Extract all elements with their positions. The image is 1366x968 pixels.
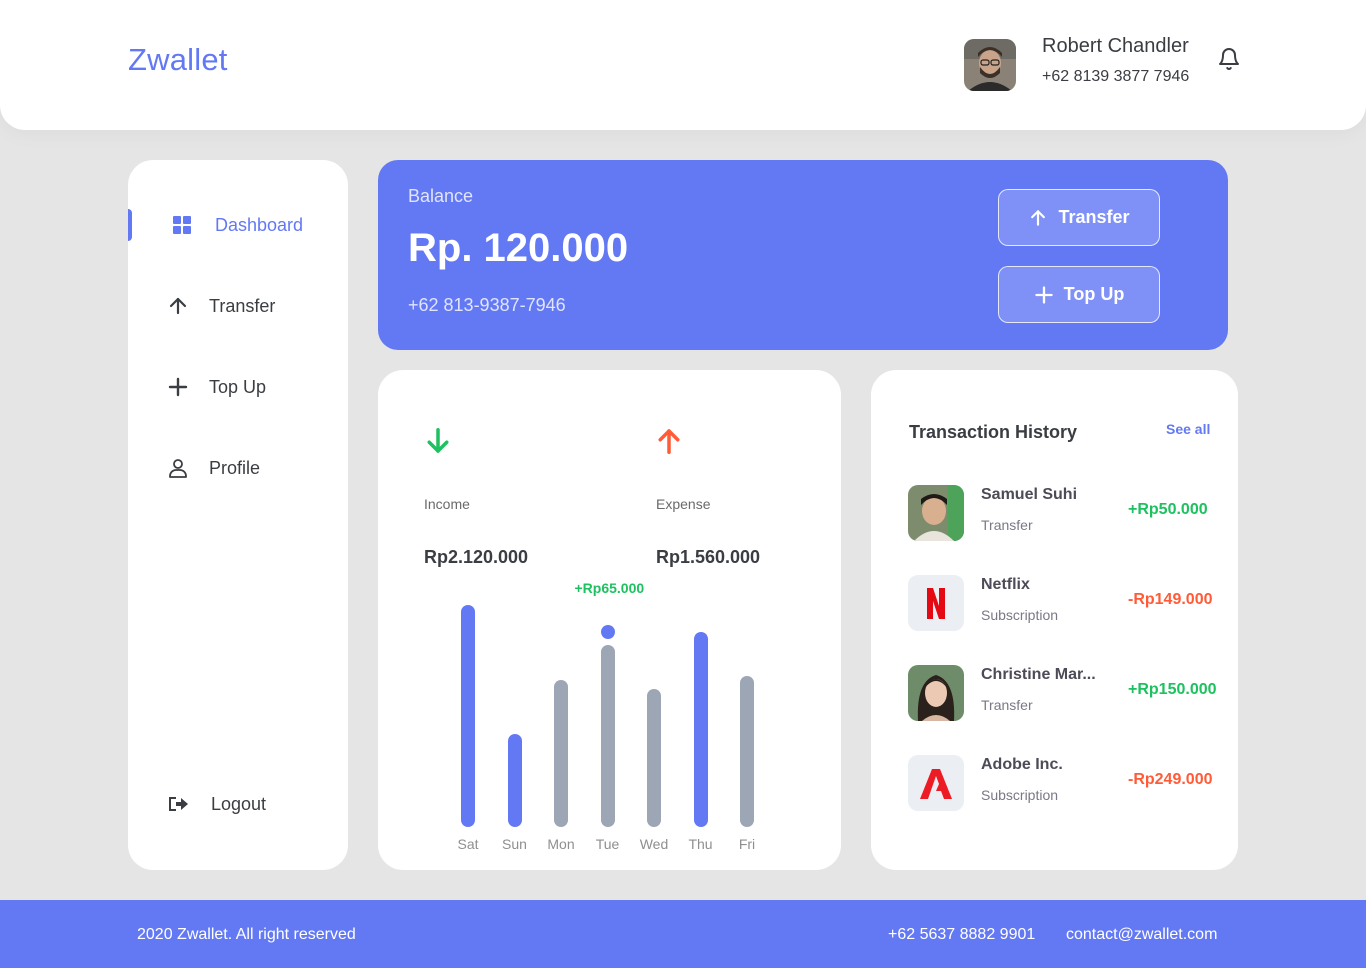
sidebar-item-label: Transfer: [209, 295, 276, 316]
transaction-name: Samuel Suhi: [981, 486, 1078, 503]
transaction-amount: +Rp150.000: [1128, 681, 1217, 698]
person-avatar-1: [908, 485, 964, 541]
app-logo[interactable]: Zwallet: [128, 42, 228, 78]
transaction-item[interactable]: Netflix Subscription -Rp149.000: [908, 575, 1228, 631]
balance-card: Balance Rp. 120.000 +62 813-9387-7946 Tr…: [378, 160, 1228, 350]
sidebar-item-dashboard[interactable]: Dashboard: [128, 209, 348, 241]
sidebar-item-label: Top Up: [209, 376, 267, 397]
plus-icon: [1035, 285, 1053, 304]
grid-icon: [173, 216, 191, 234]
adobe-logo: [908, 755, 964, 811]
footer: 2020 Zwallet. All right reserved +62 563…: [0, 900, 1366, 968]
income-value: Rp2.120.000: [424, 547, 529, 567]
balance-amount: Rp. 120.000: [408, 226, 629, 270]
chart-bar-tue[interactable]: [600, 644, 615, 827]
sidebar-item-label: Dashboard: [215, 214, 304, 235]
user-avatar[interactable]: [964, 39, 1016, 91]
chart-bar-sun[interactable]: [507, 733, 522, 827]
footer-copyright: 2020 Zwallet. All right reserved: [137, 926, 356, 943]
footer-phone[interactable]: +62 5637 8882 9901: [888, 926, 1035, 944]
transaction-type: Subscription: [981, 607, 1059, 623]
user-icon: [169, 459, 187, 478]
transaction-type: Subscription: [981, 787, 1059, 803]
sidebar-item-topup[interactable]: Top Up: [128, 371, 348, 403]
chart-day-label: Thu: [688, 836, 713, 852]
transaction-item[interactable]: Adobe Inc. Subscription -Rp249.000: [908, 755, 1228, 811]
plus-icon: [168, 377, 188, 397]
balance-label: Balance: [408, 186, 474, 206]
chart-bar-sat[interactable]: [461, 605, 475, 827]
income-expense-card: Income Rp2.120.000 Expense Rp1.560.000 S…: [378, 370, 841, 870]
chart-bar-thu[interactable]: [693, 631, 708, 827]
sidebar-item-profile[interactable]: Profile: [128, 452, 348, 484]
sidebar-item-transfer[interactable]: Transfer: [128, 290, 348, 322]
transaction-amount: +Rp50.000: [1128, 501, 1208, 518]
chart-highlight-dot: [600, 624, 615, 639]
history-title: Transaction History: [909, 422, 1078, 442]
chart-highlight-label: +Rp65.000: [574, 579, 645, 596]
transfer-button[interactable]: Transfer: [998, 189, 1160, 246]
transaction-type: Transfer: [981, 517, 1033, 533]
transaction-name: Christine Mar...: [981, 666, 1096, 683]
person-avatar-2: [908, 665, 964, 721]
chart-day-label: Wed: [639, 836, 669, 852]
chart-bar-fri[interactable]: [740, 676, 754, 827]
arrow-down-icon: [427, 428, 449, 453]
transaction-amount: -Rp249.000: [1128, 771, 1213, 788]
chart-day-label: Mon: [547, 836, 575, 852]
topup-button-label: Top Up: [1063, 284, 1125, 304]
chart-bar-mon[interactable]: [554, 680, 568, 827]
sidebar: Dashboard Transfer Top Up Profile Logout: [128, 160, 348, 870]
topup-button[interactable]: Top Up: [998, 266, 1160, 323]
transfer-button-label: Transfer: [1058, 207, 1130, 227]
chart-day-label: Tue: [595, 836, 620, 852]
logout-button[interactable]: Logout: [128, 788, 348, 820]
transaction-item[interactable]: Christine Mar... Transfer +Rp150.000: [908, 665, 1228, 721]
chart-day-label: Sat: [457, 836, 479, 852]
sidebar-item-label: Profile: [209, 457, 261, 478]
logout-icon: [169, 797, 188, 811]
transaction-name: Adobe Inc.: [981, 756, 1063, 773]
bell-icon[interactable]: [1217, 47, 1241, 71]
arrow-up-icon: [169, 297, 187, 315]
see-all-link[interactable]: See all: [1166, 421, 1210, 437]
transaction-item[interactable]: Samuel Suhi Transfer +Rp50.000: [908, 485, 1228, 541]
transaction-history-card: Transaction History See all Samuel Suhi …: [871, 370, 1238, 870]
footer-email[interactable]: contact@zwallet.com: [1066, 926, 1217, 944]
netflix-logo: [908, 575, 964, 631]
arrow-up-icon: [658, 429, 680, 454]
expense-value: Rp1.560.000: [656, 547, 761, 567]
user-phone: +62 8139 3877 7946: [1042, 68, 1190, 85]
chart-day-label: Fri: [738, 836, 756, 852]
transaction-name: Netflix: [981, 576, 1030, 593]
top-header: Zwallet Robert Chandler +62 8139 3877 79…: [0, 0, 1366, 130]
chart-bar-wed[interactable]: [647, 689, 661, 827]
chart-day-label: Sun: [502, 836, 527, 852]
transaction-amount: -Rp149.000: [1128, 591, 1213, 608]
transaction-type: Transfer: [981, 697, 1033, 713]
logout-label: Logout: [211, 793, 267, 814]
expense-label: Expense: [656, 496, 711, 512]
income-label: Income: [424, 496, 470, 512]
balance-phone: +62 813-9387-7946: [408, 295, 566, 315]
user-name: Robert Chandler: [1042, 35, 1189, 57]
arrow-up-icon: [1031, 209, 1046, 226]
